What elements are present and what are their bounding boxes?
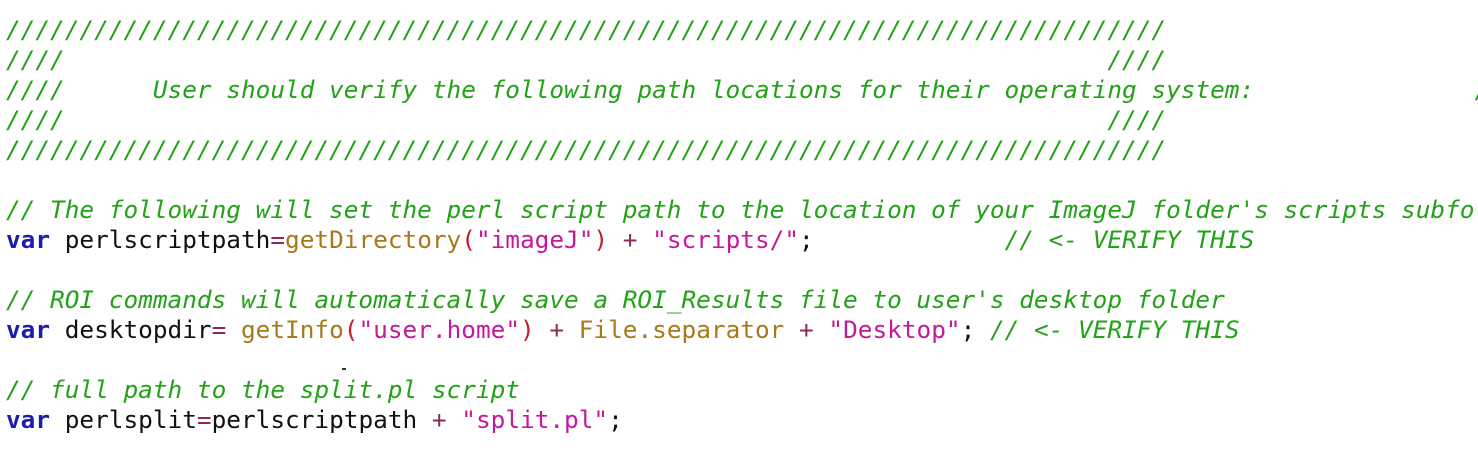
keyword-var: var xyxy=(6,225,51,254)
string-literal: "user.home" xyxy=(358,315,520,344)
property-reference: File.separator xyxy=(578,315,785,344)
trailing-comment: // <- VERIFY THIS xyxy=(1004,225,1255,254)
banner-blank-line: //// //// xyxy=(6,105,1167,134)
function-call: getInfo xyxy=(240,315,344,344)
code-line-perlscriptpath: var perlscriptpath=getDirectory("imageJ"… xyxy=(6,225,1254,255)
string-literal: "imageJ" xyxy=(475,225,594,254)
semicolon: ; xyxy=(799,225,814,254)
variable-name: desktopdir xyxy=(64,315,212,344)
paren: ) xyxy=(593,225,609,254)
banner-message: //// User should verify the following pa… xyxy=(6,75,1478,104)
paren: ( xyxy=(343,315,359,344)
variable-name: perlscriptpath xyxy=(64,225,271,254)
operator: = xyxy=(196,405,212,434)
code-line-perlsplit: var perlsplit=perlscriptpath + "split.pl… xyxy=(6,405,623,435)
banner-blank-line: //// //// xyxy=(6,45,1167,74)
operator: + xyxy=(534,315,579,344)
function-call: getDirectory xyxy=(285,225,462,254)
code-comment: // ROI commands will automatically save … xyxy=(6,285,1225,314)
keyword-var: var xyxy=(6,315,51,344)
string-literal: "split.pl" xyxy=(461,405,609,434)
string-literal: "Desktop" xyxy=(828,315,961,344)
code-comment: // The following will set the perl scrip… xyxy=(6,195,1478,224)
operator: + xyxy=(608,225,653,254)
banner-border-bottom: ////////////////////////////////////////… xyxy=(6,135,1167,164)
operator: = xyxy=(270,225,286,254)
paren: ( xyxy=(461,225,476,254)
keyword-var: var xyxy=(6,405,51,434)
paren: ) xyxy=(520,315,535,344)
variable-name: perlsplit xyxy=(64,405,197,434)
text-cursor xyxy=(342,368,346,370)
banner-border-top: ////////////////////////////////////////… xyxy=(6,15,1167,44)
operator: = xyxy=(211,315,241,344)
trailing-comment: // <- VERIFY THIS xyxy=(989,315,1240,344)
code-editor[interactable]: ////////////////////////////////////////… xyxy=(0,0,1478,462)
semicolon: ; xyxy=(960,315,990,344)
string-literal: "scripts/" xyxy=(652,225,800,254)
code-comment: // full path to the split.pl script xyxy=(6,375,520,404)
semicolon: ; xyxy=(608,405,623,434)
operator: + xyxy=(417,405,462,434)
code-line-desktopdir: var desktopdir= getInfo("user.home") + F… xyxy=(6,315,1240,345)
operator: + xyxy=(784,315,829,344)
variable-reference: perlscriptpath xyxy=(211,405,418,434)
